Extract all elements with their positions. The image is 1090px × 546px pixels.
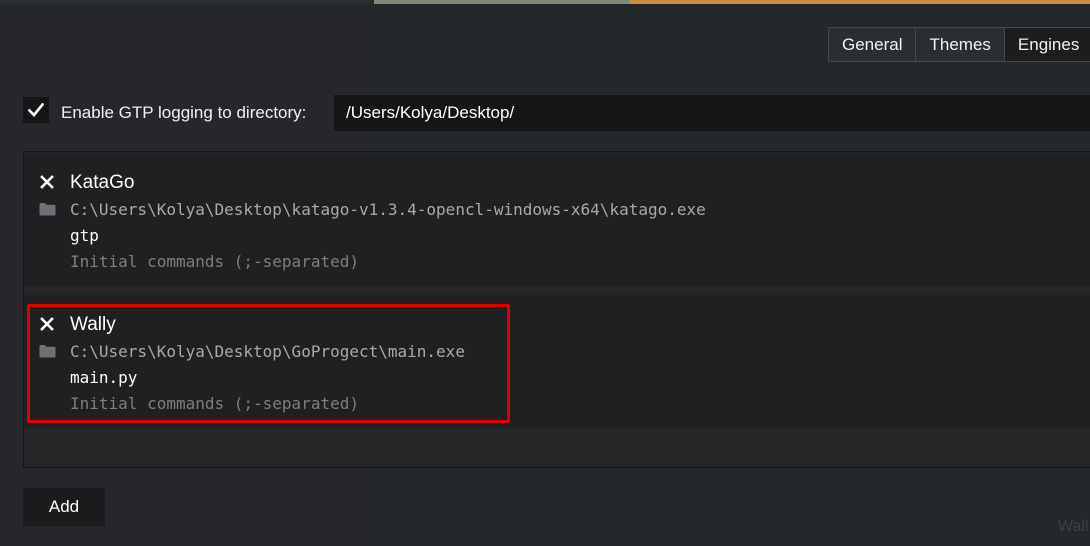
tab-themes[interactable]: Themes bbox=[916, 28, 1005, 61]
tab-general[interactable]: General bbox=[829, 28, 917, 61]
engine-item-katago: KataGo C:\Users\Kolya\Desktop\katago-v1.… bbox=[24, 153, 1090, 286]
initial-commands-input[interactable]: Initial commands (;-separated) bbox=[70, 252, 359, 271]
tab-engines[interactable]: Engines bbox=[1004, 28, 1090, 61]
engine-arguments[interactable]: main.py bbox=[70, 368, 137, 387]
engine-arguments[interactable]: gtp bbox=[70, 226, 99, 245]
browse-engine-button[interactable] bbox=[39, 344, 56, 358]
add-engine-button[interactable]: Add bbox=[23, 488, 105, 526]
folder-icon bbox=[39, 345, 56, 358]
engine-name[interactable]: Wally bbox=[70, 314, 116, 336]
engine-item-wally: Wally C:\Users\Kolya\Desktop\GoProgect\m… bbox=[24, 295, 1090, 428]
initial-commands-input[interactable]: Initial commands (;-separated) bbox=[70, 394, 359, 413]
engine-list: KataGo C:\Users\Kolya\Desktop\katago-v1.… bbox=[23, 151, 1090, 468]
engine-path[interactable]: C:\Users\Kolya\Desktop\katago-v1.3.4-ope… bbox=[70, 200, 706, 219]
folder-icon bbox=[39, 203, 56, 216]
preferences-tabs: General Themes Engines bbox=[828, 27, 1090, 62]
remove-engine-button[interactable] bbox=[40, 175, 54, 189]
close-icon bbox=[40, 317, 54, 331]
gtp-logging-row: Enable GTP logging to directory: bbox=[23, 95, 1090, 131]
close-icon bbox=[40, 175, 54, 189]
background-text: Wall bbox=[1058, 518, 1089, 535]
engine-path[interactable]: C:\Users\Kolya\Desktop\GoProgect\main.ex… bbox=[70, 342, 465, 361]
engine-name[interactable]: KataGo bbox=[70, 172, 134, 194]
gtp-log-directory-input[interactable] bbox=[334, 95, 1090, 131]
browse-engine-button[interactable] bbox=[39, 202, 56, 216]
remove-engine-button[interactable] bbox=[40, 317, 54, 331]
gtp-logging-checkbox[interactable] bbox=[23, 97, 49, 123]
gtp-logging-label: Enable GTP logging to directory: bbox=[61, 103, 307, 122]
checkmark-icon bbox=[28, 103, 44, 117]
